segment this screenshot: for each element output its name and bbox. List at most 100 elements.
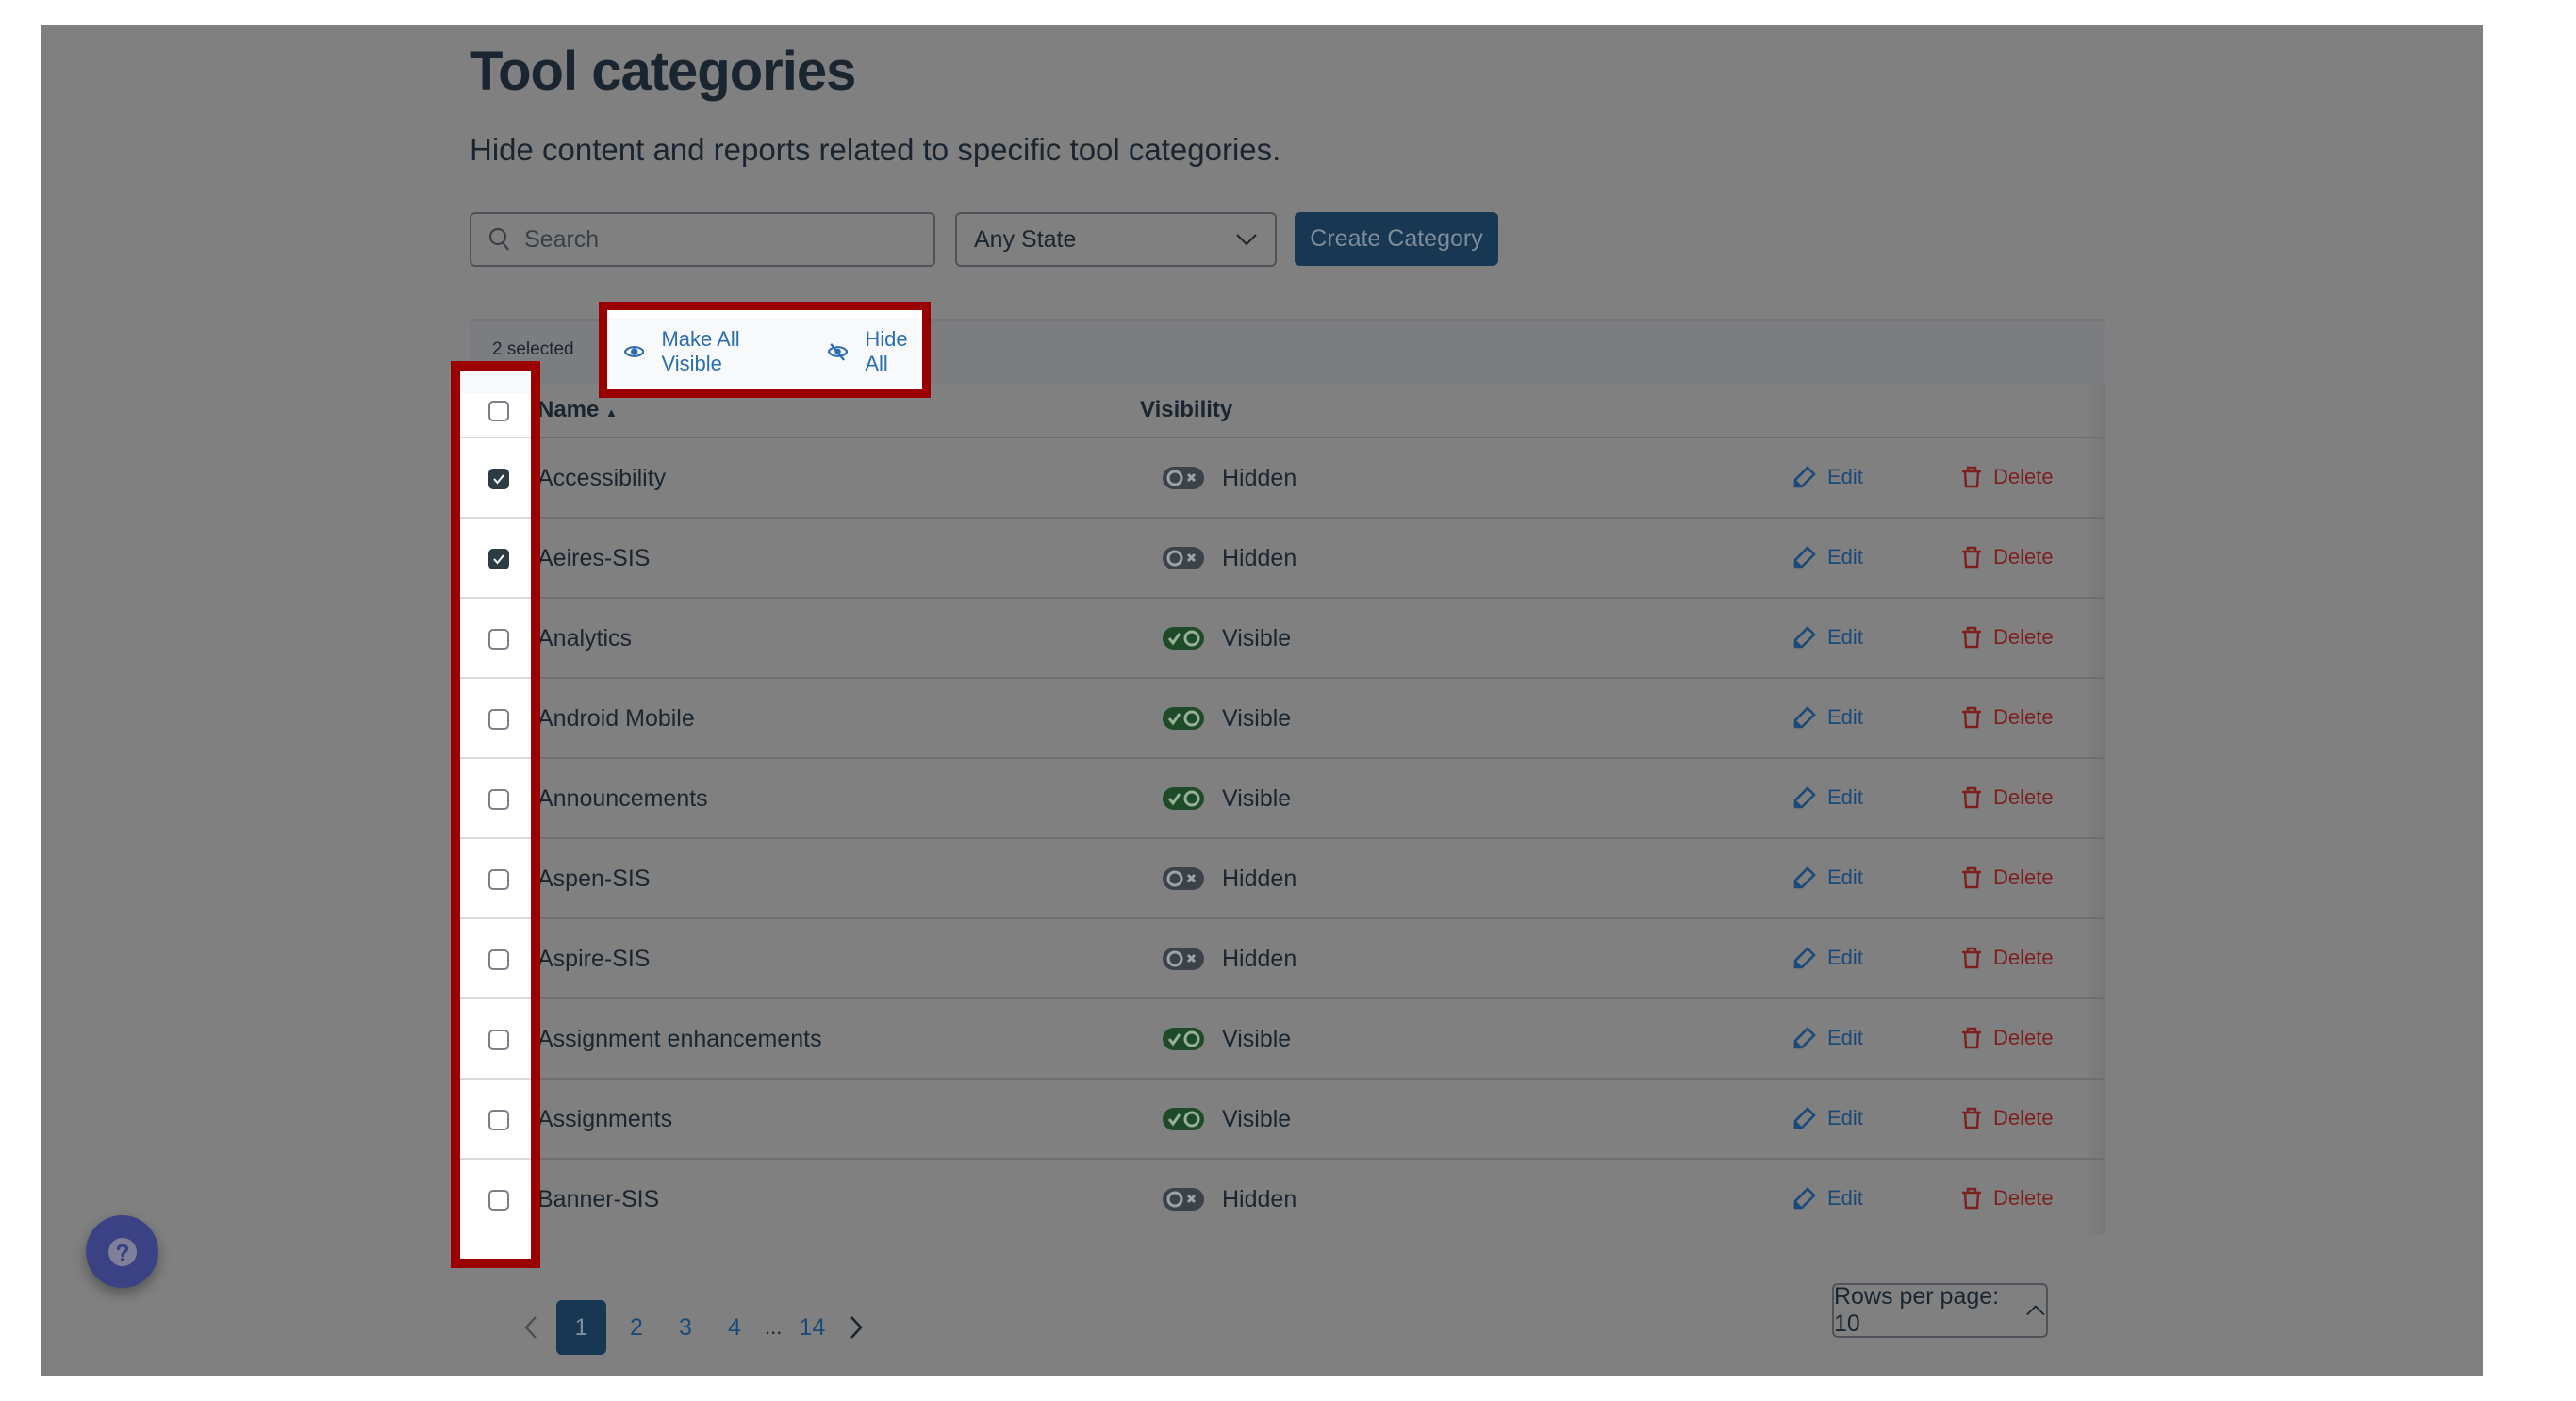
edit-button[interactable]: Edit bbox=[1793, 865, 1863, 890]
page-button-last[interactable]: 14 bbox=[793, 1300, 831, 1355]
row-divider bbox=[460, 917, 531, 919]
visibility-status: Hidden bbox=[1222, 865, 1297, 892]
page-button[interactable]: 3 bbox=[667, 1300, 704, 1355]
edit-button[interactable]: Edit bbox=[1793, 465, 1863, 489]
table-row: Assignments Visible Edit Delete bbox=[470, 1080, 2105, 1160]
visibility-status: Hidden bbox=[1222, 465, 1297, 491]
select-all-checkbox[interactable] bbox=[488, 401, 509, 421]
visibility-toggle[interactable] bbox=[1163, 1108, 1204, 1130]
visibility-status: Visible bbox=[1222, 705, 1292, 732]
selected-count: 2 selected bbox=[492, 339, 574, 359]
delete-button[interactable]: Delete bbox=[1961, 785, 2054, 810]
checkmark-icon bbox=[493, 473, 504, 485]
row-checkbox[interactable] bbox=[488, 788, 509, 810]
page-subtitle: Hide content and reports related to spec… bbox=[470, 132, 1281, 167]
edit-button[interactable]: Edit bbox=[1793, 545, 1863, 569]
pencil-icon bbox=[1793, 546, 1816, 569]
delete-button[interactable]: Delete bbox=[1961, 465, 2054, 489]
category-name: Analytics bbox=[537, 625, 633, 651]
edit-button[interactable]: Edit bbox=[1793, 1026, 1863, 1050]
visibility-toggle[interactable] bbox=[1163, 948, 1204, 970]
visibility-toggle[interactable] bbox=[1163, 467, 1204, 489]
hide-all-button[interactable]: Hide All bbox=[828, 327, 922, 376]
pencil-icon bbox=[1793, 626, 1816, 649]
column-header-name[interactable]: Name ▲ bbox=[537, 397, 618, 423]
pencil-icon bbox=[1793, 1187, 1816, 1210]
edit-button[interactable]: Edit bbox=[1793, 705, 1863, 730]
help-button[interactable] bbox=[86, 1215, 158, 1288]
delete-button[interactable]: Delete bbox=[1961, 1106, 2054, 1130]
trash-icon bbox=[1962, 546, 1981, 569]
visibility-toggle[interactable] bbox=[1163, 707, 1204, 730]
pagination-ellipsis: ... bbox=[765, 1315, 783, 1339]
chevron-up-icon bbox=[2026, 1305, 2045, 1316]
next-page-button[interactable] bbox=[842, 1300, 870, 1355]
visibility-toggle[interactable] bbox=[1163, 627, 1204, 650]
row-checkbox[interactable] bbox=[488, 468, 509, 489]
trash-icon bbox=[1962, 1027, 1981, 1049]
visibility-toggle[interactable] bbox=[1163, 547, 1204, 569]
row-divider bbox=[460, 997, 531, 999]
chevron-left-icon bbox=[524, 1316, 537, 1339]
create-category-button[interactable]: Create Category bbox=[1295, 212, 1498, 266]
visibility-toggle[interactable] bbox=[1163, 787, 1204, 810]
edit-button[interactable]: Edit bbox=[1793, 946, 1863, 970]
row-checkbox[interactable] bbox=[488, 548, 509, 569]
row-checkbox[interactable] bbox=[488, 1109, 509, 1130]
pencil-icon bbox=[1793, 947, 1816, 969]
table-row: Analytics Visible Edit Delete bbox=[470, 599, 2105, 679]
page-button[interactable]: 2 bbox=[618, 1300, 655, 1355]
edit-button[interactable]: Edit bbox=[1793, 1186, 1863, 1211]
table-row: Android Mobile Visible Edit Delete bbox=[470, 679, 2105, 759]
page-button[interactable]: 4 bbox=[716, 1300, 753, 1355]
search-field[interactable] bbox=[470, 212, 935, 267]
visibility-toggle[interactable] bbox=[1163, 1188, 1204, 1211]
question-icon bbox=[107, 1237, 137, 1266]
rows-per-page-select[interactable]: Rows per page: 10 bbox=[1832, 1283, 2048, 1338]
category-name: Android Mobile bbox=[537, 705, 695, 732]
trash-icon bbox=[1962, 626, 1981, 649]
row-divider bbox=[460, 1158, 531, 1160]
category-name: Banner-SIS bbox=[537, 1186, 660, 1212]
make-all-visible-button[interactable]: Make All Visible bbox=[624, 327, 781, 376]
search-icon bbox=[488, 227, 509, 251]
visibility-toggle[interactable] bbox=[1163, 867, 1204, 890]
row-checkbox[interactable] bbox=[488, 868, 509, 890]
edit-button[interactable]: Edit bbox=[1793, 1106, 1863, 1130]
row-checkbox-highlight bbox=[451, 361, 540, 1268]
trash-icon bbox=[1962, 466, 1981, 488]
checkmark-icon bbox=[493, 553, 504, 565]
delete-button[interactable]: Delete bbox=[1961, 1026, 2054, 1050]
table-row: Aspire-SIS Hidden Edit Delete bbox=[470, 919, 2105, 999]
delete-button[interactable]: Delete bbox=[1961, 705, 2054, 730]
edit-button[interactable]: Edit bbox=[1793, 625, 1863, 650]
category-name: Aeires-SIS bbox=[537, 545, 651, 571]
delete-button[interactable]: Delete bbox=[1961, 946, 2054, 970]
delete-button[interactable]: Delete bbox=[1961, 865, 2054, 890]
row-checkbox[interactable] bbox=[488, 1029, 509, 1050]
row-divider bbox=[460, 837, 531, 839]
delete-button[interactable]: Delete bbox=[1961, 625, 2054, 650]
row-divider bbox=[460, 1078, 531, 1080]
search-input[interactable] bbox=[522, 224, 903, 255]
edit-button[interactable]: Edit bbox=[1793, 785, 1863, 810]
row-checkbox[interactable] bbox=[488, 628, 509, 650]
trash-icon bbox=[1962, 947, 1981, 969]
delete-button[interactable]: Delete bbox=[1961, 545, 2054, 569]
category-name: Announcements bbox=[537, 785, 708, 812]
category-name: Assignments bbox=[537, 1106, 673, 1132]
state-filter-select[interactable]: Any State bbox=[955, 212, 1277, 267]
row-checkbox[interactable] bbox=[488, 948, 509, 970]
visibility-toggle[interactable] bbox=[1163, 1028, 1204, 1050]
table-row: Assignment enhancements Visible Edit Delete bbox=[470, 999, 2105, 1080]
delete-button[interactable]: Delete bbox=[1961, 1186, 2054, 1211]
row-checkbox[interactable] bbox=[488, 708, 509, 730]
page-button[interactable]: 1 bbox=[556, 1300, 606, 1355]
pencil-icon bbox=[1793, 706, 1816, 729]
previous-page-button[interactable] bbox=[517, 1300, 545, 1355]
row-checkbox[interactable] bbox=[488, 1189, 509, 1211]
trash-icon bbox=[1962, 1187, 1981, 1210]
pencil-icon bbox=[1793, 866, 1816, 889]
eye-icon bbox=[624, 345, 645, 358]
visibility-status: Hidden bbox=[1222, 1186, 1297, 1212]
